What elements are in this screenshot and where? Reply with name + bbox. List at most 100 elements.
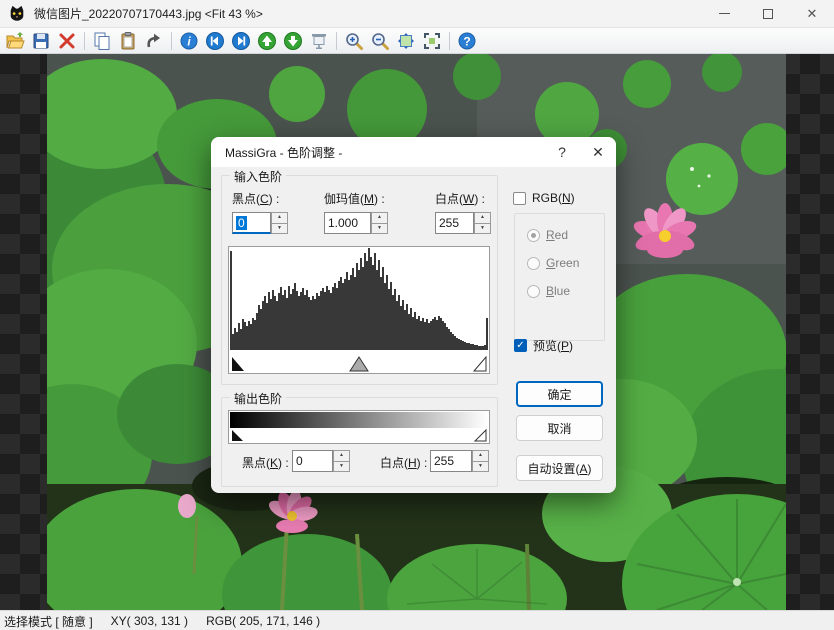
output-black-spin-down[interactable]: ▼: [333, 461, 350, 473]
output-white-spinner: ▲▼: [472, 450, 489, 472]
up-button[interactable]: [254, 29, 280, 53]
levels-dialog: MassiGra - 色阶调整 - ? ✕ 输入色阶 黑点(C) : 伽玛值(M…: [211, 137, 616, 493]
window-title: 微信图片_20220707170443.jpg <Fit 43 %>: [34, 5, 263, 22]
output-gradient-panel: [228, 410, 490, 444]
gamma-input[interactable]: 1.000: [324, 212, 371, 234]
dialog-body: 输入色阶 黑点(C) : 伽玛值(M) : 白点(W) : 0 ▲▼ 1.000…: [211, 167, 616, 493]
black-point-spin-down[interactable]: ▼: [271, 223, 288, 235]
fit-window-icon: [396, 31, 416, 51]
rgb-checkbox[interactable]: RGB(N): [513, 191, 575, 205]
ok-button[interactable]: 确定: [516, 381, 603, 407]
minimize-button[interactable]: [702, 0, 746, 27]
close-button[interactable]: ✕: [790, 0, 834, 27]
cancel-button[interactable]: 取消: [516, 415, 603, 441]
output-level-sliders: [230, 428, 488, 442]
white-point-label: 白点(W) :: [435, 190, 485, 207]
toolbar-separator: [171, 32, 172, 50]
white-point-spinner: ▲▼: [474, 212, 491, 234]
black-point-spin-up[interactable]: ▲: [271, 212, 288, 223]
gamma-label: 伽玛值(M) :: [324, 190, 385, 207]
next-button[interactable]: [228, 29, 254, 53]
info-icon: i: [179, 31, 199, 51]
down-icon: [283, 31, 303, 51]
preview-checkbox-box: ✓: [514, 339, 527, 352]
info-button[interactable]: i: [176, 29, 202, 53]
output-black-spinner: ▲▼: [333, 450, 350, 472]
save-icon: [31, 31, 51, 51]
output-white-spin-down[interactable]: ▼: [472, 461, 489, 473]
output-levels-legend: 输出色阶: [230, 390, 286, 407]
zoom-in-button[interactable]: [341, 29, 367, 53]
app-cat-icon: [8, 5, 26, 23]
output-black-slider-handle[interactable]: [232, 430, 243, 441]
status-rgb: RGB( 205, 171, 146 ): [206, 614, 320, 628]
image-viewport: MassiGra - 色阶调整 - ? ✕ 输入色阶 黑点(C) : 伽玛值(M…: [0, 54, 834, 610]
toolbar-separator: [336, 32, 337, 50]
fullscreen-icon: [422, 31, 442, 51]
fit-window-button[interactable]: [393, 29, 419, 53]
status-mode: 选择模式 [ 随意 ]: [4, 613, 93, 630]
undo-button[interactable]: [141, 29, 167, 53]
dialog-titlebar: MassiGra - 色阶调整 - ? ✕: [211, 137, 616, 167]
dialog-help-button[interactable]: ?: [544, 137, 580, 167]
output-black-input[interactable]: 0: [292, 450, 333, 472]
white-point-spin-up[interactable]: ▲: [474, 212, 491, 223]
output-black-spin-up[interactable]: ▲: [333, 450, 350, 461]
window-titlebar: 微信图片_20220707170443.jpg <Fit 43 %> ✕: [0, 0, 834, 28]
input-levels-group: 输入色阶 黑点(C) : 伽玛值(M) : 白点(W) : 0 ▲▼ 1.000…: [221, 175, 498, 385]
svg-text:?: ?: [463, 34, 470, 48]
fullscreen-button[interactable]: [419, 29, 445, 53]
input-white-slider-handle[interactable]: [474, 357, 486, 371]
minimize-icon: [719, 13, 730, 14]
radio-blue[interactable]: Blue: [527, 284, 570, 298]
input-gamma-slider-handle[interactable]: [350, 357, 368, 371]
toolbar: i?: [0, 28, 834, 54]
zoom-out-icon: [370, 31, 390, 51]
close-icon: ✕: [807, 6, 818, 22]
preview-checkbox[interactable]: ✓ 预览(P): [514, 337, 573, 354]
copy-icon: [92, 31, 112, 51]
status-xy: XY( 303, 131 ): [111, 614, 188, 628]
preview-checkbox-label: 预览(P): [533, 337, 573, 354]
paste-button[interactable]: [115, 29, 141, 53]
auto-settings-button[interactable]: 自动设置(A): [516, 455, 603, 481]
rgb-checkbox-box: [513, 192, 526, 205]
dialog-title: MassiGra - 色阶调整 -: [225, 144, 544, 161]
radio-red-circle: [527, 229, 540, 242]
zoom-in-icon: [344, 31, 364, 51]
gamma-spin-up[interactable]: ▲: [371, 212, 388, 223]
radio-green-circle: [527, 257, 540, 270]
toolbar-separator: [84, 32, 85, 50]
gamma-spin-down[interactable]: ▼: [371, 223, 388, 235]
white-point-spin-down[interactable]: ▼: [474, 223, 491, 235]
output-white-slider-handle[interactable]: [475, 430, 486, 441]
next-icon: [231, 31, 251, 51]
white-point-input[interactable]: 255: [435, 212, 474, 234]
output-white-input[interactable]: 255: [430, 450, 472, 472]
radio-red[interactable]: Red: [527, 228, 568, 242]
radio-green[interactable]: Green: [527, 256, 579, 270]
output-white-spin-up[interactable]: ▲: [472, 450, 489, 461]
input-black-slider-handle[interactable]: [232, 357, 244, 371]
open-button[interactable]: [2, 29, 28, 53]
input-levels-legend: 输入色阶: [230, 168, 286, 185]
maximize-button[interactable]: [746, 0, 790, 27]
zoom-out-button[interactable]: [367, 29, 393, 53]
down-button[interactable]: [280, 29, 306, 53]
delete-button[interactable]: [54, 29, 80, 53]
output-levels-group: 输出色阶 黑点(K) : 0 ▲▼ 白点(H) : 255 ▲▼: [221, 397, 498, 487]
save-button[interactable]: [28, 29, 54, 53]
output-black-label: 黑点(K) :: [242, 454, 289, 471]
radio-blue-circle: [527, 285, 540, 298]
statusbar: 选择模式 [ 随意 ] XY( 303, 131 ) RGB( 205, 171…: [0, 610, 834, 630]
toolbar-separator: [449, 32, 450, 50]
app-window: 微信图片_20220707170443.jpg <Fit 43 %> ✕ i?: [0, 0, 834, 630]
prev-button[interactable]: [202, 29, 228, 53]
prev-icon: [205, 31, 225, 51]
black-point-input[interactable]: 0: [232, 212, 271, 234]
slideshow-button[interactable]: [306, 29, 332, 53]
copy-button[interactable]: [89, 29, 115, 53]
slideshow-icon: [309, 31, 329, 51]
dialog-close-button[interactable]: ✕: [580, 137, 616, 167]
help-button[interactable]: ?: [454, 29, 480, 53]
